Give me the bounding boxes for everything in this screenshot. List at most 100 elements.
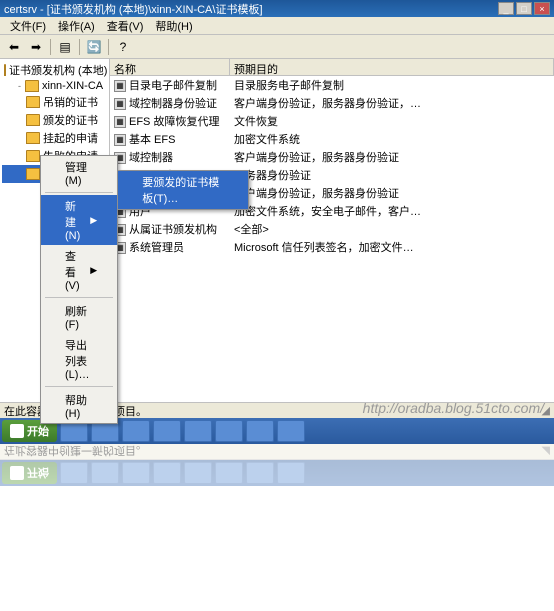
separator <box>108 39 109 55</box>
separator <box>50 39 51 55</box>
cert-icon: ▦ <box>114 134 126 146</box>
cm-manage[interactable]: 管理(M) <box>41 156 117 190</box>
folder-icon <box>25 80 39 92</box>
forward-button[interactable]: ➡ <box>26 37 46 57</box>
cm-label: 要颁发的证书模板(T)… <box>142 174 228 206</box>
window-title: certsrv - [证书颁发机构 (本地)\xinn-XIN-CA\证书模板] <box>4 1 263 17</box>
template-purpose: 加密文件系统 <box>230 131 554 147</box>
menu-bar: 文件(F) 操作(A) 查看(V) 帮助(H) <box>0 17 554 35</box>
folder-icon <box>26 96 40 108</box>
list-header: 名称 预期目的 <box>110 59 554 76</box>
cert-icon: ▦ <box>114 98 126 110</box>
template-name: EFS 故障恢复代理 <box>129 116 219 128</box>
cm-new[interactable]: 新建(N) ▶ <box>41 195 117 245</box>
tree-item-label: 吊销的证书 <box>43 94 98 110</box>
template-purpose: 文件恢复 <box>230 113 554 129</box>
template-purpose: 服务器身份验证 <box>230 167 554 183</box>
task-item[interactable] <box>122 420 150 442</box>
separator <box>45 192 113 193</box>
cm-label: 查看(V) <box>65 248 80 292</box>
menu-action[interactable]: 操作(A) <box>52 16 101 36</box>
template-name: 目录电子邮件复制 <box>129 80 217 92</box>
cm-help[interactable]: 帮助(H) <box>41 389 117 423</box>
separator <box>45 386 113 387</box>
help-button[interactable]: ? <box>113 37 133 57</box>
list-row[interactable]: ▦域控制器身份验证客户端身份验证，服务器身份验证，… <box>110 94 554 112</box>
tree-item-label: 挂起的申请 <box>43 130 98 146</box>
template-name: 从属证书颁发机构 <box>129 224 217 236</box>
toolbar: ⬅ ➡ ▤ 🔄 ? <box>0 35 554 59</box>
reflection: 开始 在此容器中创建一新的项目。◢ <box>0 444 554 486</box>
expand-icon[interactable]: - <box>14 81 25 91</box>
task-item[interactable] <box>277 420 305 442</box>
cm-refresh[interactable]: 刷新(F) <box>41 300 117 334</box>
cm-label: 新建(N) <box>65 198 80 242</box>
tree-pending[interactable]: 挂起的申请 <box>2 129 107 147</box>
template-purpose: 客户端身份验证，服务器身份验证 <box>230 185 554 201</box>
windows-icon <box>10 424 24 438</box>
cert-icon: ▦ <box>114 116 126 128</box>
main-content: 证书颁发机构 (本地) - xinn-XIN-CA 吊销的证书 颁发的证书 挂起… <box>0 59 554 402</box>
cm-label: 帮助(H) <box>65 392 97 420</box>
start-label: 开始 <box>27 423 49 439</box>
bottom-area <box>0 486 554 611</box>
context-submenu: 要颁发的证书模板(T)… <box>117 170 249 210</box>
template-purpose: 客户端身份验证，服务器身份验证 <box>230 149 554 165</box>
task-item[interactable] <box>246 420 274 442</box>
template-name: 基本 EFS <box>129 134 175 146</box>
col-purpose[interactable]: 预期目的 <box>230 59 554 75</box>
menu-view[interactable]: 查看(V) <box>101 16 150 36</box>
cert-icon <box>4 64 6 76</box>
task-item[interactable] <box>153 420 181 442</box>
tree-root[interactable]: 证书颁发机构 (本地) <box>2 61 107 79</box>
folder-icon <box>26 114 40 126</box>
cm-label: 管理(M) <box>65 159 97 187</box>
tree-ca-label: xinn-XIN-CA <box>42 80 103 92</box>
maximize-button[interactable]: □ <box>516 2 532 15</box>
list-row[interactable]: ▦基本 EFS 加密文件系统 <box>110 130 554 148</box>
tree-issued[interactable]: 颁发的证书 <box>2 111 107 129</box>
resize-grip-icon[interactable]: ◢ <box>542 404 550 417</box>
list-row[interactable]: ▦系统管理员Microsoft 信任列表签名，加密文件… <box>110 238 554 256</box>
cm-export[interactable]: 导出列表(L)… <box>41 334 117 384</box>
template-name: 域控制器 <box>129 152 173 164</box>
col-name[interactable]: 名称 <box>110 59 230 75</box>
back-button[interactable]: ⬅ <box>4 37 24 57</box>
list-row[interactable]: ▦从属证书颁发机构<全部> <box>110 220 554 238</box>
list-row[interactable]: ▦目录电子邮件复制 目录服务电子邮件复制 <box>110 76 554 94</box>
separator <box>45 297 113 298</box>
list-row[interactable]: ▦EFS 故障恢复代理文件恢复 <box>110 112 554 130</box>
cert-icon: ▦ <box>114 80 126 92</box>
context-menu: 管理(M) 新建(N) ▶ 查看(V) ▶ 刷新(F) 导出列表(L)… 帮助(… <box>40 155 118 424</box>
close-button[interactable]: × <box>534 2 550 15</box>
tree-ca[interactable]: - xinn-XIN-CA <box>2 79 107 93</box>
tree-pane: 证书颁发机构 (本地) - xinn-XIN-CA 吊销的证书 颁发的证书 挂起… <box>0 59 110 402</box>
show-hide-button[interactable]: ▤ <box>55 37 75 57</box>
window-titlebar: certsrv - [证书颁发机构 (本地)\xinn-XIN-CA\证书模板]… <box>0 0 554 17</box>
minimize-button[interactable]: _ <box>498 2 514 15</box>
cm-label: 导出列表(L)… <box>65 337 97 381</box>
tree-root-label: 证书颁发机构 (本地) <box>9 62 107 78</box>
folder-icon <box>26 132 40 144</box>
template-purpose: 目录服务电子邮件复制 <box>230 77 554 93</box>
task-item[interactable] <box>184 420 212 442</box>
template-purpose: <全部> <box>230 221 554 237</box>
cm-view[interactable]: 查看(V) ▶ <box>41 245 117 295</box>
separator <box>79 39 80 55</box>
list-row[interactable]: ▦域控制器客户端身份验证，服务器身份验证 <box>110 148 554 166</box>
task-item[interactable] <box>215 420 243 442</box>
menu-help[interactable]: 帮助(H) <box>149 16 198 36</box>
template-name: 系统管理员 <box>129 242 184 254</box>
tree-item-label: 颁发的证书 <box>43 112 98 128</box>
menu-file[interactable]: 文件(F) <box>4 16 52 36</box>
template-purpose: 客户端身份验证，服务器身份验证，… <box>230 95 554 111</box>
list-body: ▦目录电子邮件复制目录服务电子邮件复制▦域控制器身份验证客户端身份验证，服务器身… <box>110 76 554 256</box>
list-pane: 名称 预期目的 ▦目录电子邮件复制目录服务电子邮件复制▦域控制器身份验证客户端身… <box>110 59 554 402</box>
arrow-right-icon: ▶ <box>90 215 97 226</box>
tree-revoked[interactable]: 吊销的证书 <box>2 93 107 111</box>
folder-icon <box>26 168 40 180</box>
arrow-right-icon: ▶ <box>90 265 97 276</box>
refresh-button[interactable]: 🔄 <box>84 37 104 57</box>
cm-cert-template[interactable]: 要颁发的证书模板(T)… <box>118 171 248 209</box>
template-purpose: 加密文件系统，安全电子邮件，客户… <box>230 203 554 219</box>
